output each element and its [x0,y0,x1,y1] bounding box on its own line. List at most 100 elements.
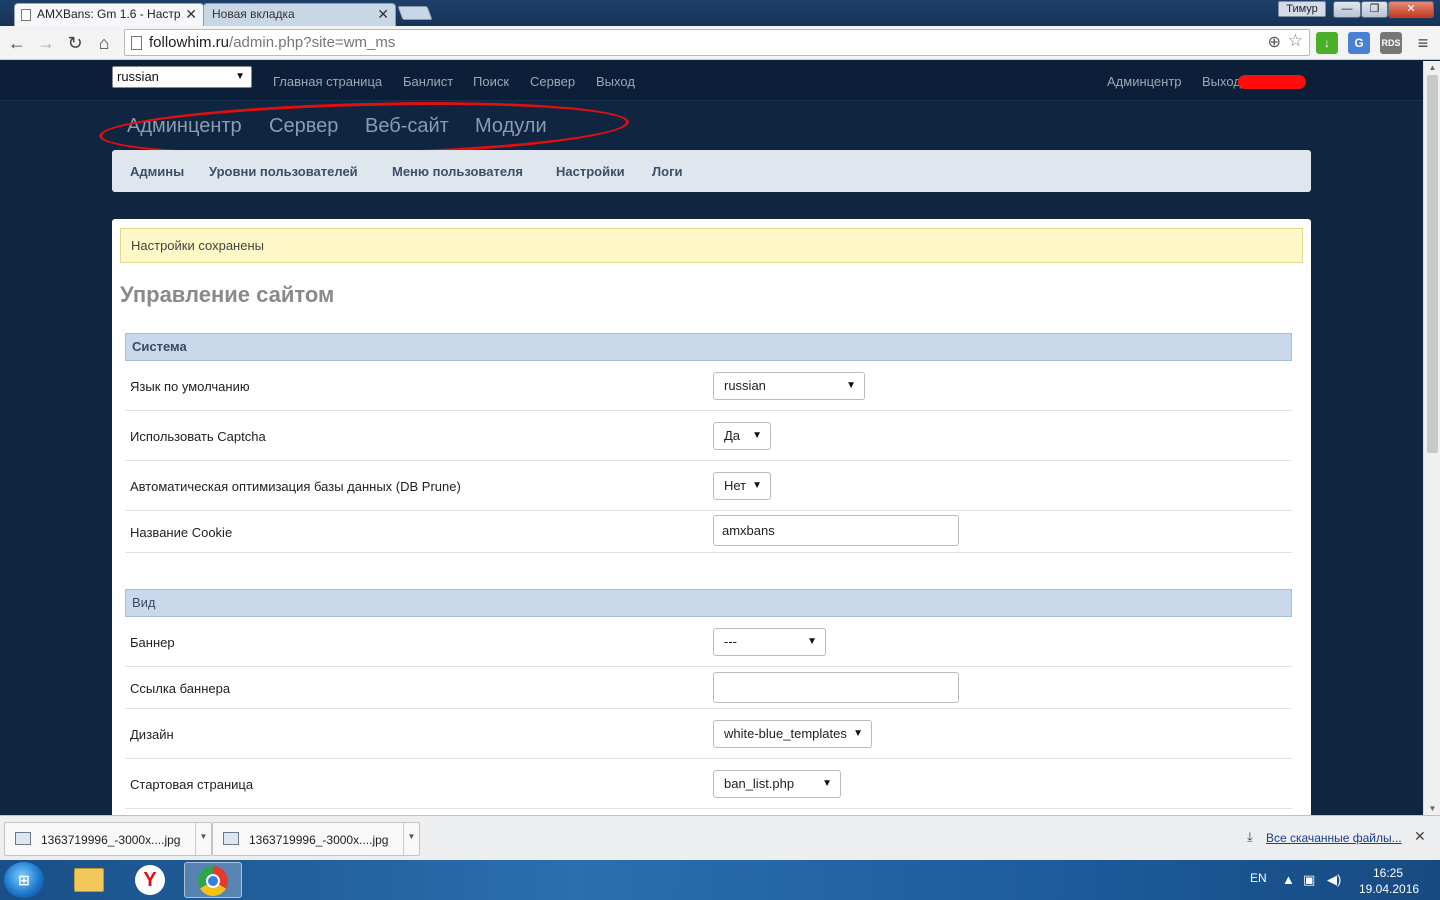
downloads-bar: 1363719996_-3000x....jpg ▼ 1363719996_-3… [0,815,1440,860]
page-title: Управление сайтом [120,282,335,307]
download-filename: 1363719996_-3000x....jpg [41,833,181,847]
close-downloads-icon[interactable]: ✕ [1414,828,1426,845]
close-tab-icon[interactable]: ✕ [377,4,389,25]
settings-row: Использовать Captcha Да ▼ [125,411,1292,461]
row-label: Автоматическая оптимизация базы данных (… [130,479,461,494]
tray-expand-icon[interactable]: ▲ [1282,872,1295,887]
clock-time[interactable]: 16:25 [1373,866,1403,880]
select-value: white-blue_templates [724,726,847,741]
address-bar[interactable]: followhim.ru/admin.php?site=wm_ms ⊕ ☆ [124,29,1310,56]
topnav-logout-user[interactable]: Выход [1202,74,1241,89]
page-icon [21,9,31,21]
settings-row: Стартовая страница ban_list.php ▼ [125,759,1292,809]
volume-icon[interactable]: ◀) [1327,872,1341,888]
settings-row: Дизайн white-blue_templates ▼ [125,709,1292,759]
settings-row: Ссылка баннера [125,667,1292,709]
select-value: --- [724,634,737,649]
submenu-bar: Админы Уровни пользователей Меню пользов… [112,150,1311,192]
close-tab-icon[interactable]: ✕ [185,4,197,25]
tab-new[interactable]: Новая вкладка ✕ [203,3,396,26]
home-icon[interactable]: ⌂ [91,30,117,56]
browser-menu-icon[interactable]: ≡ [1412,32,1434,54]
language-select[interactable]: russian ▼ [112,66,252,88]
zoom-icon[interactable]: ⊕ [1268,32,1281,52]
page-scrollbar[interactable]: ▲ ▼ [1423,61,1440,815]
settings-row: Баннер --- ▼ [125,617,1292,667]
url-text[interactable]: followhim.ru/admin.php?site=wm_ms [149,34,395,51]
browser-toolbar: ← → ↻ ⌂ followhim.ru/admin.php?site=wm_m… [0,26,1440,60]
tab-label: AMXBans: Gm 1.6 - Настр [37,7,181,21]
chevron-down-icon[interactable]: ▼ [195,823,211,855]
image-file-icon [15,832,31,845]
page-viewport: russian ▼ Главная страница Банлист Поиск… [0,61,1423,815]
cookie-name-input[interactable]: amxbans [713,515,959,546]
topnav-home[interactable]: Главная страница [273,74,382,89]
submenu-settings[interactable]: Настройки [556,164,625,179]
row-label: Использовать Captcha [130,429,266,444]
topnav-banlist[interactable]: Банлист [403,74,453,89]
clock-date[interactable]: 19.04.2016 [1359,882,1419,896]
topnav-logout[interactable]: Выход [596,74,635,89]
close-window-button[interactable]: ✕ [1388,1,1434,18]
default-language-select[interactable]: russian ▼ [713,372,865,400]
scrollbar-thumb[interactable] [1427,75,1438,453]
network-icon[interactable]: ▣ [1303,872,1315,888]
chevron-down-icon: ▼ [853,728,863,739]
banner-select[interactable]: --- ▼ [713,628,826,656]
chevron-down-icon: ▼ [752,430,762,441]
topnav-search[interactable]: Поиск [473,74,509,89]
language-select-value: russian [117,69,159,84]
rds-bar-extension-icon[interactable]: RDS [1380,32,1402,54]
page-icon [131,36,142,50]
captcha-select[interactable]: Да ▼ [713,422,771,450]
scroll-down-icon[interactable]: ▼ [1424,804,1440,813]
start-button[interactable]: ⊞ [4,862,44,898]
download-item[interactable]: 1363719996_-3000x....jpg ▼ [4,822,212,856]
start-page-select[interactable]: ban_list.php ▼ [713,770,841,798]
image-file-icon [223,832,239,845]
banner-link-input[interactable] [713,672,959,703]
windows-taskbar: ⊞ Y EN ▲ ▣ ◀) 16:25 19.04.2016 [0,860,1440,900]
reload-icon[interactable]: ↻ [62,30,88,56]
forward-arrow-icon[interactable]: → [33,30,59,56]
topnav-server[interactable]: Сервер [530,74,575,89]
maximize-button[interactable]: ❐ [1361,1,1388,18]
submenu-user-levels[interactable]: Уровни пользователей [209,164,358,179]
scroll-up-icon[interactable]: ▲ [1424,63,1440,72]
taskbar-chrome[interactable] [184,862,242,898]
chevron-down-icon: ▼ [752,480,762,491]
topnav-admincenter[interactable]: Админцентр [1107,74,1182,89]
row-label: Ссылка баннера [130,681,231,696]
tab-amxbans[interactable]: AMXBans: Gm 1.6 - Настр ✕ [14,3,204,26]
row-label: Название Cookie [130,525,233,540]
chrome-icon [198,866,228,896]
translate-extension-icon[interactable]: G [1348,32,1370,54]
download-item[interactable]: 1363719996_-3000x....jpg ▼ [212,822,420,856]
bookmark-star-icon[interactable]: ☆ [1288,31,1303,51]
back-arrow-icon[interactable]: ← [4,30,30,56]
chevron-down-icon: ▼ [846,380,856,391]
submenu-logs[interactable]: Логи [652,164,682,179]
taskbar-yandex-browser[interactable]: Y [122,862,180,898]
taskbar-explorer[interactable] [60,862,118,898]
row-label: Язык по умолчанию [130,379,250,394]
section-header-system: Система [125,333,1292,361]
submenu-admins[interactable]: Админы [130,164,184,179]
profile-badge[interactable]: Тимур [1278,1,1326,17]
download-extension-icon[interactable]: ↓ [1316,32,1338,54]
show-all-downloads-link[interactable]: Все скачанные файлы... [1266,831,1402,845]
site-topbar: russian ▼ Главная страница Банлист Поиск… [0,61,1423,101]
new-tab-button[interactable] [397,6,433,20]
minimize-button[interactable]: — [1333,1,1361,18]
row-label: Стартовая страница [130,777,254,792]
row-label: Дизайн [130,727,174,742]
design-select[interactable]: white-blue_templates ▼ [713,720,872,748]
tray-language[interactable]: EN [1250,871,1267,885]
chevron-down-icon: ▼ [822,778,832,789]
db-prune-select[interactable]: Нет ▼ [713,472,771,500]
yandex-icon: Y [135,865,165,895]
select-value: Нет [724,478,747,493]
submenu-user-menu[interactable]: Меню пользователя [392,164,523,179]
chevron-down-icon[interactable]: ▼ [403,823,419,855]
select-value: russian [724,378,766,393]
